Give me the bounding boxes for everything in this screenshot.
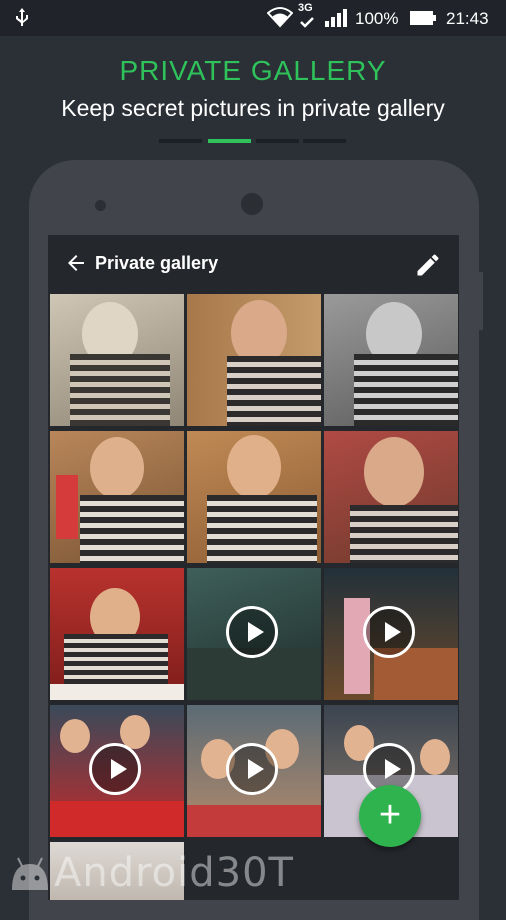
edit-pencil-icon[interactable] <box>414 251 442 279</box>
app-title: Private gallery <box>95 253 219 273</box>
add-button[interactable]: + <box>359 785 421 847</box>
gallery-item[interactable] <box>50 568 184 700</box>
page-dot[interactable] <box>159 139 202 143</box>
page-dot-active[interactable] <box>208 139 251 143</box>
play-icon[interactable] <box>363 606 415 658</box>
phone-side-button <box>477 272 483 330</box>
signal-icon <box>325 9 347 27</box>
sync-check-icon <box>300 17 314 28</box>
gallery-item[interactable] <box>50 294 184 426</box>
play-icon[interactable] <box>226 743 278 795</box>
battery-icon <box>410 11 436 25</box>
gallery-video-item[interactable] <box>187 568 321 700</box>
gallery-item[interactable] <box>50 431 184 563</box>
play-icon[interactable] <box>89 743 141 795</box>
wifi-icon <box>267 7 293 28</box>
gallery-video-item[interactable] <box>187 705 321 837</box>
gallery-item[interactable] <box>324 294 458 426</box>
gallery-item[interactable] <box>187 294 321 426</box>
play-icon[interactable] <box>226 606 278 658</box>
page-subtitle: Keep secret pictures in private gallery <box>61 95 445 121</box>
battery-percent: 100% <box>355 9 399 28</box>
android-logo-icon <box>12 857 48 890</box>
gallery-video-item[interactable] <box>324 568 458 700</box>
page-title: PRIVATE GALLERY <box>119 55 387 86</box>
back-arrow-icon[interactable] <box>64 251 88 275</box>
watermark: Android30T <box>8 848 293 898</box>
phone-camera <box>241 193 263 215</box>
status-bar: 3G 100% 21:43 <box>0 0 506 36</box>
gallery-item[interactable] <box>187 431 321 563</box>
add-icon: + <box>378 794 402 836</box>
usb-icon <box>16 8 28 26</box>
gallery-video-item[interactable] <box>50 705 184 837</box>
phone-speaker <box>95 200 106 211</box>
page-dot[interactable] <box>256 139 299 143</box>
page-dot[interactable] <box>303 139 346 143</box>
watermark-text: Android30T <box>54 850 294 896</box>
clock: 21:43 <box>446 9 489 28</box>
app-bar: Private gallery <box>48 235 459 293</box>
gallery-item[interactable] <box>324 431 458 563</box>
network-type: 3G <box>298 2 313 14</box>
